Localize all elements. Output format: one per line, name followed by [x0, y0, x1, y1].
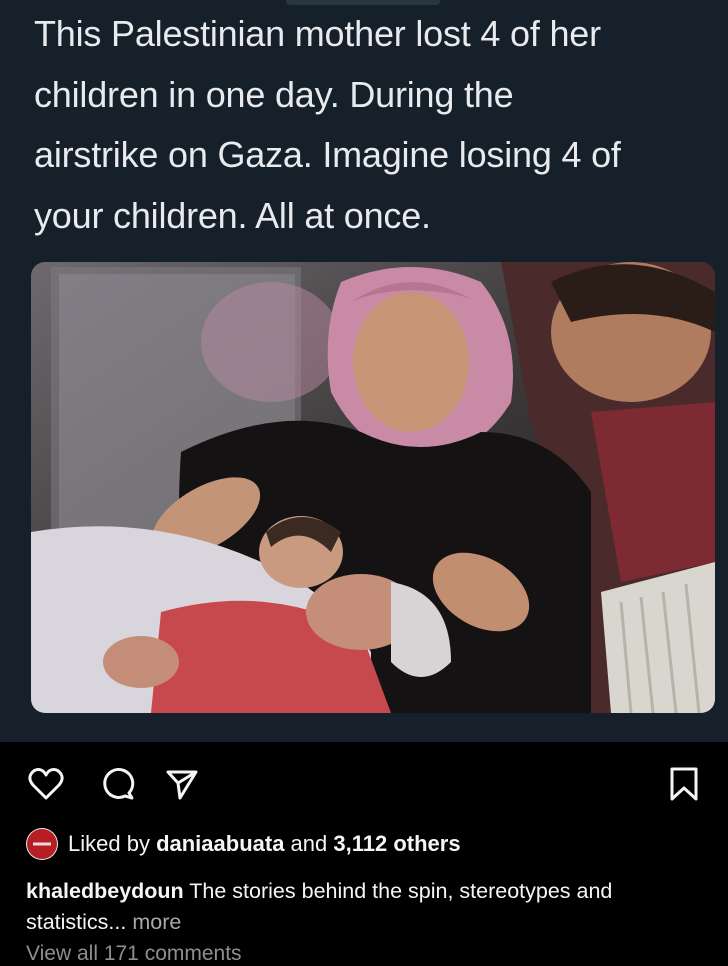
save-button[interactable] — [662, 762, 706, 806]
share-button[interactable] — [160, 762, 204, 806]
send-icon — [166, 770, 198, 800]
likes-summary: Liked by daniaabuata and 3,112 others — [68, 831, 461, 857]
instagram-post-footer: Liked by daniaabuata and 3,112 others kh… — [0, 742, 728, 965]
post-actions — [0, 762, 728, 806]
tweet-card: This Palestinian mother lost 4 of her ch… — [0, 0, 728, 742]
comment-button[interactable] — [96, 762, 140, 806]
tweet-line: airstrike on Gaza. Imagine losing 4 of — [34, 134, 621, 175]
likes-row[interactable]: Liked by daniaabuata and 3,112 others — [26, 826, 461, 862]
bookmark-icon — [670, 767, 698, 801]
post-caption: khaledbeydoun The stories behind the spi… — [26, 876, 706, 938]
photo-illustration — [31, 262, 715, 713]
avatar-image — [27, 829, 57, 859]
caption-more-link[interactable]: more — [126, 910, 181, 934]
tweet-text: This Palestinian mother lost 4 of her ch… — [34, 4, 714, 246]
tweet-line: This Palestinian mother lost 4 of her — [34, 13, 601, 54]
likes-middle: and — [284, 831, 334, 856]
view-all-comments-link[interactable]: View all 171 comments — [26, 942, 242, 966]
post-photo[interactable] — [31, 262, 715, 713]
likes-prefix: Liked by — [68, 831, 157, 856]
caption-username[interactable]: khaledbeydoun — [26, 879, 184, 903]
tweet-line: your children. All at once. — [34, 194, 431, 236]
avatar[interactable] — [26, 828, 58, 860]
like-button[interactable] — [24, 762, 68, 806]
comment-icon — [103, 768, 135, 800]
likes-count[interactable]: 3,112 others — [333, 831, 460, 856]
liker-username[interactable]: daniaabuata — [156, 831, 284, 856]
heart-icon — [28, 768, 64, 800]
tweet-line: children in one day. During the — [34, 73, 514, 115]
